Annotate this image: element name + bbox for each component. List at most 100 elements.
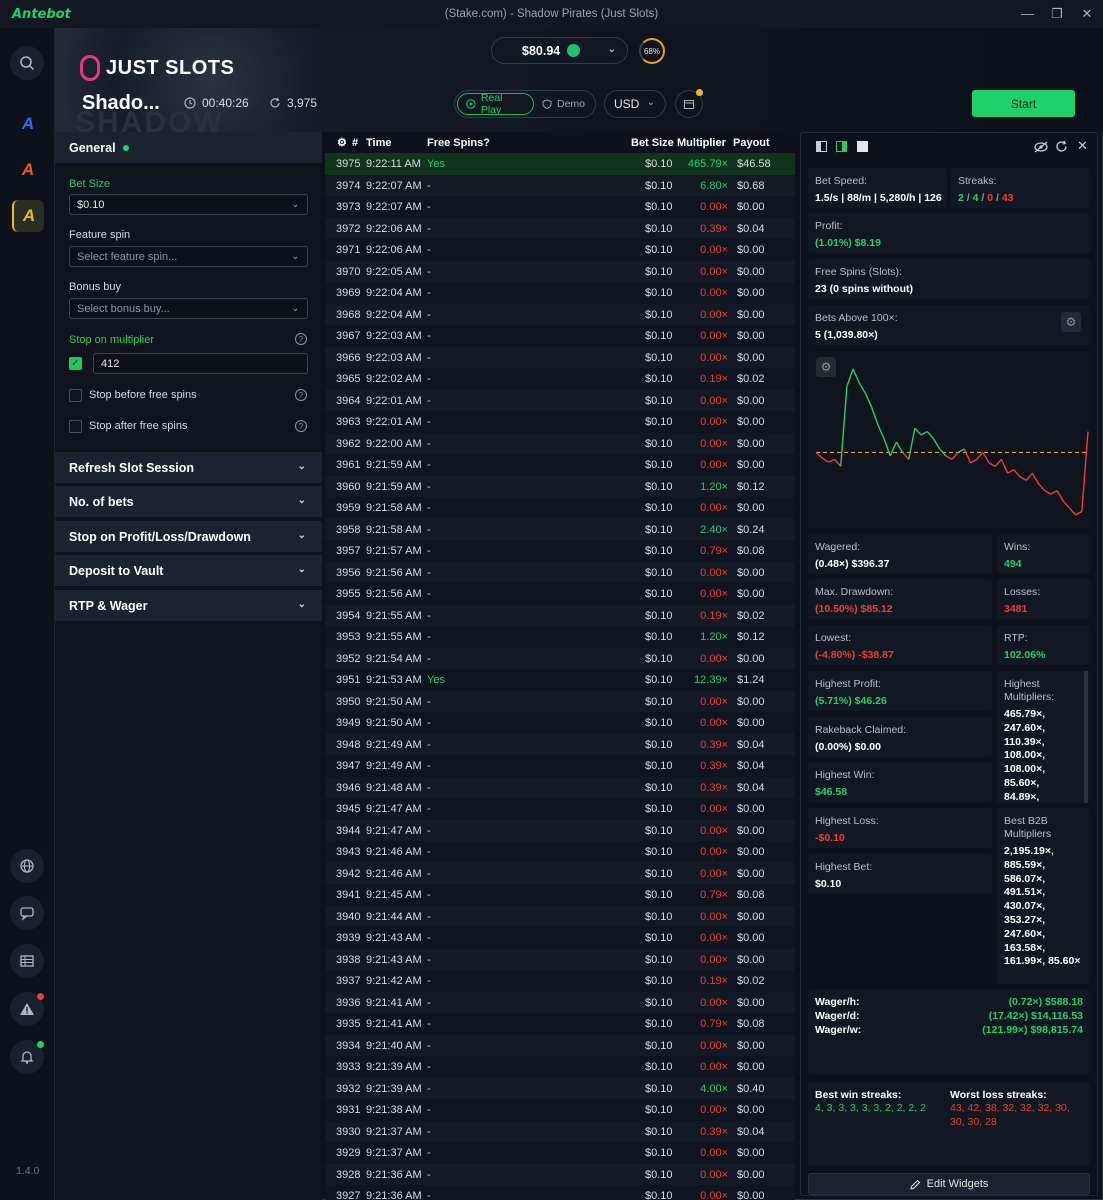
- maximize-icon[interactable]: ❐: [1051, 6, 1063, 22]
- table-settings-icon[interactable]: ⚙: [337, 136, 347, 149]
- table-row[interactable]: 3940 9:21:44 AM - $0.10 0.00× $0.00: [325, 905, 795, 927]
- table-row[interactable]: 3931 9:21:38 AM - $0.10 0.00× $0.00: [325, 1099, 795, 1121]
- balance-dropdown[interactable]: $80.94 ⌄: [491, 37, 628, 64]
- col-bet-size[interactable]: Bet Size: [631, 137, 674, 149]
- table-row[interactable]: 3947 9:21:49 AM - $0.10 0.39× $0.04: [325, 755, 795, 777]
- eye-off-icon[interactable]: [1034, 141, 1048, 153]
- table-row[interactable]: 3974 9:22:07 AM - $0.10 6.80× $0.68: [325, 174, 795, 196]
- table-row[interactable]: 3949 9:21:50 AM - $0.10 0.00× $0.00: [325, 712, 795, 734]
- real-play-button[interactable]: Real Play: [457, 92, 534, 116]
- start-button[interactable]: Start: [972, 90, 1075, 117]
- table-row[interactable]: 3959 9:21:58 AM - $0.10 0.00× $0.00: [325, 497, 795, 519]
- table-row[interactable]: 3932 9:21:39 AM - $0.10 4.00× $0.40: [325, 1077, 795, 1099]
- table-row[interactable]: 3936 9:21:41 AM - $0.10 0.00× $0.00: [325, 991, 795, 1013]
- table-row[interactable]: 3927 9:21:36 AM - $0.10 0.00× $0.00: [325, 1185, 795, 1200]
- table-row[interactable]: 3975 9:22:11 AM Yes $0.10 465.79× $46.58: [325, 153, 795, 175]
- currency-select[interactable]: USD ⌄: [604, 90, 666, 118]
- table-row[interactable]: 3960 9:21:59 AM - $0.10 1.20× $0.12: [325, 475, 795, 497]
- scrollbar[interactable]: [1084, 671, 1088, 803]
- table-row[interactable]: 3953 9:21:55 AM - $0.10 1.20× $0.12: [325, 626, 795, 648]
- demo-button[interactable]: Demo: [534, 98, 593, 110]
- table-row[interactable]: 3954 9:21:55 AM - $0.10 0.19× $0.02: [325, 604, 795, 626]
- table-row[interactable]: 3939 9:21:43 AM - $0.10 0.00× $0.00: [325, 927, 795, 949]
- table-row[interactable]: 3945 9:21:47 AM - $0.10 0.00× $0.00: [325, 798, 795, 820]
- layout-left-icon[interactable]: [816, 141, 827, 152]
- table-row[interactable]: 3963 9:22:01 AM - $0.10 0.00× $0.00: [325, 411, 795, 433]
- layout-right-icon[interactable]: [836, 141, 847, 152]
- table-row[interactable]: 3950 9:21:50 AM - $0.10 0.00× $0.00: [325, 690, 795, 712]
- gear-icon[interactable]: ⚙: [1061, 312, 1081, 332]
- table-row[interactable]: 3973 9:22:07 AM - $0.10 0.00× $0.00: [325, 196, 795, 218]
- stop-after-free-spins-checkbox[interactable]: [69, 420, 82, 433]
- col-num[interactable]: #: [352, 137, 358, 149]
- section-no-of-bets[interactable]: No. of bets ⌄: [55, 486, 322, 517]
- table-row[interactable]: 3968 9:22:04 AM - $0.10 0.00× $0.00: [325, 303, 795, 325]
- globe-button[interactable]: [10, 849, 44, 883]
- edit-widgets-button[interactable]: Edit Widgets: [808, 1173, 1090, 1195]
- close-panel-icon[interactable]: ✕: [1077, 138, 1088, 154]
- table-row[interactable]: 3962 9:22:00 AM - $0.10 0.00× $0.00: [325, 432, 795, 454]
- col-payout[interactable]: Payout: [733, 137, 770, 149]
- table-row[interactable]: 3941 9:21:45 AM - $0.10 0.79× $0.08: [325, 884, 795, 906]
- col-time[interactable]: Time: [366, 137, 391, 149]
- table-row[interactable]: 3946 9:21:48 AM - $0.10 0.39× $0.04: [325, 776, 795, 798]
- table-row[interactable]: 3951 9:21:53 AM Yes $0.10 12.39× $1.24: [325, 669, 795, 691]
- section-rtp-wager[interactable]: RTP & Wager ⌄: [55, 590, 322, 621]
- table-row[interactable]: 3970 9:22:05 AM - $0.10 0.00× $0.00: [325, 260, 795, 282]
- section-stop-on-profit[interactable]: Stop on Profit/Loss/Drawdown ⌄: [55, 521, 322, 552]
- table-row[interactable]: 3966 9:22:03 AM - $0.10 0.00× $0.00: [325, 346, 795, 368]
- col-multiplier[interactable]: Multiplier: [677, 137, 726, 149]
- table-row[interactable]: 3961 9:21:59 AM - $0.10 0.00× $0.00: [325, 454, 795, 476]
- casino-a-blue-icon[interactable]: A: [12, 108, 44, 140]
- section-general[interactable]: General: [55, 132, 322, 163]
- table-row[interactable]: 3955 9:21:56 AM - $0.10 0.00× $0.00: [325, 583, 795, 605]
- table-row[interactable]: 3971 9:22:06 AM - $0.10 0.00× $0.00: [325, 239, 795, 261]
- table-row[interactable]: 3943 9:21:46 AM - $0.10 0.00× $0.00: [325, 841, 795, 863]
- table-row[interactable]: 3935 9:21:41 AM - $0.10 0.79× $0.08: [325, 1013, 795, 1035]
- section-refresh-slot-session[interactable]: Refresh Slot Session ⌄: [55, 452, 322, 483]
- section-deposit-to-vault[interactable]: Deposit to Vault ⌄: [55, 555, 322, 586]
- table-row[interactable]: 3930 9:21:37 AM - $0.10 0.39× $0.04: [325, 1120, 795, 1142]
- casino-a-orange-icon[interactable]: A: [12, 154, 44, 186]
- table-row[interactable]: 3938 9:21:43 AM - $0.10 0.00× $0.00: [325, 948, 795, 970]
- bonus-buy-select[interactable]: Select bonus buy... ⌄: [69, 298, 308, 319]
- table-row[interactable]: 3964 9:22:01 AM - $0.10 0.00× $0.00: [325, 389, 795, 411]
- table-row[interactable]: 3967 9:22:03 AM - $0.10 0.00× $0.00: [325, 325, 795, 347]
- chat-button[interactable]: [10, 896, 44, 930]
- bet-time: 9:22:06 AM: [366, 244, 422, 256]
- help-icon[interactable]: ?: [295, 333, 307, 345]
- table-row[interactable]: 3972 9:22:06 AM - $0.10 0.39× $0.04: [325, 217, 795, 239]
- table-row[interactable]: 3948 9:21:49 AM - $0.10 0.39× $0.04: [325, 733, 795, 755]
- table-row[interactable]: 3933 9:21:39 AM - $0.10 0.00× $0.00: [325, 1056, 795, 1078]
- table-row[interactable]: 3934 9:21:40 AM - $0.10 0.00× $0.00: [325, 1034, 795, 1056]
- table-row[interactable]: 3956 9:21:56 AM - $0.10 0.00× $0.00: [325, 561, 795, 583]
- layout-full-icon[interactable]: [857, 141, 868, 152]
- table-row[interactable]: 3944 9:21:47 AM - $0.10 0.00× $0.00: [325, 819, 795, 841]
- bet-time: 9:21:50 AM: [366, 717, 422, 729]
- table-row[interactable]: 3952 9:21:54 AM - $0.10 0.00× $0.00: [325, 647, 795, 669]
- help-icon[interactable]: ?: [295, 389, 307, 401]
- table-row[interactable]: 3937 9:21:42 AM - $0.10 0.19× $0.02: [325, 970, 795, 992]
- casino-a-yellow-icon[interactable]: A: [12, 200, 44, 232]
- bet-size-select[interactable]: $0.10 ⌄: [69, 194, 308, 215]
- search-button[interactable]: [10, 46, 44, 80]
- feature-spin-select[interactable]: Select feature spin... ⌄: [69, 246, 308, 267]
- refresh-icon[interactable]: [1055, 140, 1068, 153]
- bet-size: $0.10: [645, 179, 673, 192]
- table-row[interactable]: 3928 9:21:36 AM - $0.10 0.00× $0.00: [325, 1163, 795, 1185]
- notification-badge: [37, 1041, 44, 1048]
- table-row[interactable]: 3957 9:21:57 AM - $0.10 0.79× $0.08: [325, 540, 795, 562]
- close-window-icon[interactable]: ✕: [1081, 6, 1093, 22]
- col-free-spins[interactable]: Free Spins?: [427, 137, 490, 149]
- stop-multiplier-input[interactable]: 412: [93, 353, 308, 374]
- table-view-button[interactable]: [10, 944, 44, 978]
- help-icon[interactable]: ?: [295, 420, 307, 432]
- minimize-icon[interactable]: —: [1021, 6, 1034, 22]
- table-row[interactable]: 3929 9:21:37 AM - $0.10 0.00× $0.00: [325, 1142, 795, 1164]
- table-row[interactable]: 3969 9:22:04 AM - $0.10 0.00× $0.00: [325, 282, 795, 304]
- table-row[interactable]: 3958 9:21:58 AM - $0.10 2.40× $0.24: [325, 518, 795, 540]
- table-row[interactable]: 3942 9:21:46 AM - $0.10 0.00× $0.00: [325, 862, 795, 884]
- stop-multiplier-checkbox[interactable]: ✓: [69, 357, 82, 370]
- stop-before-free-spins-checkbox[interactable]: [69, 389, 82, 402]
- table-row[interactable]: 3965 9:22:02 AM - $0.10 0.19× $0.02: [325, 368, 795, 390]
